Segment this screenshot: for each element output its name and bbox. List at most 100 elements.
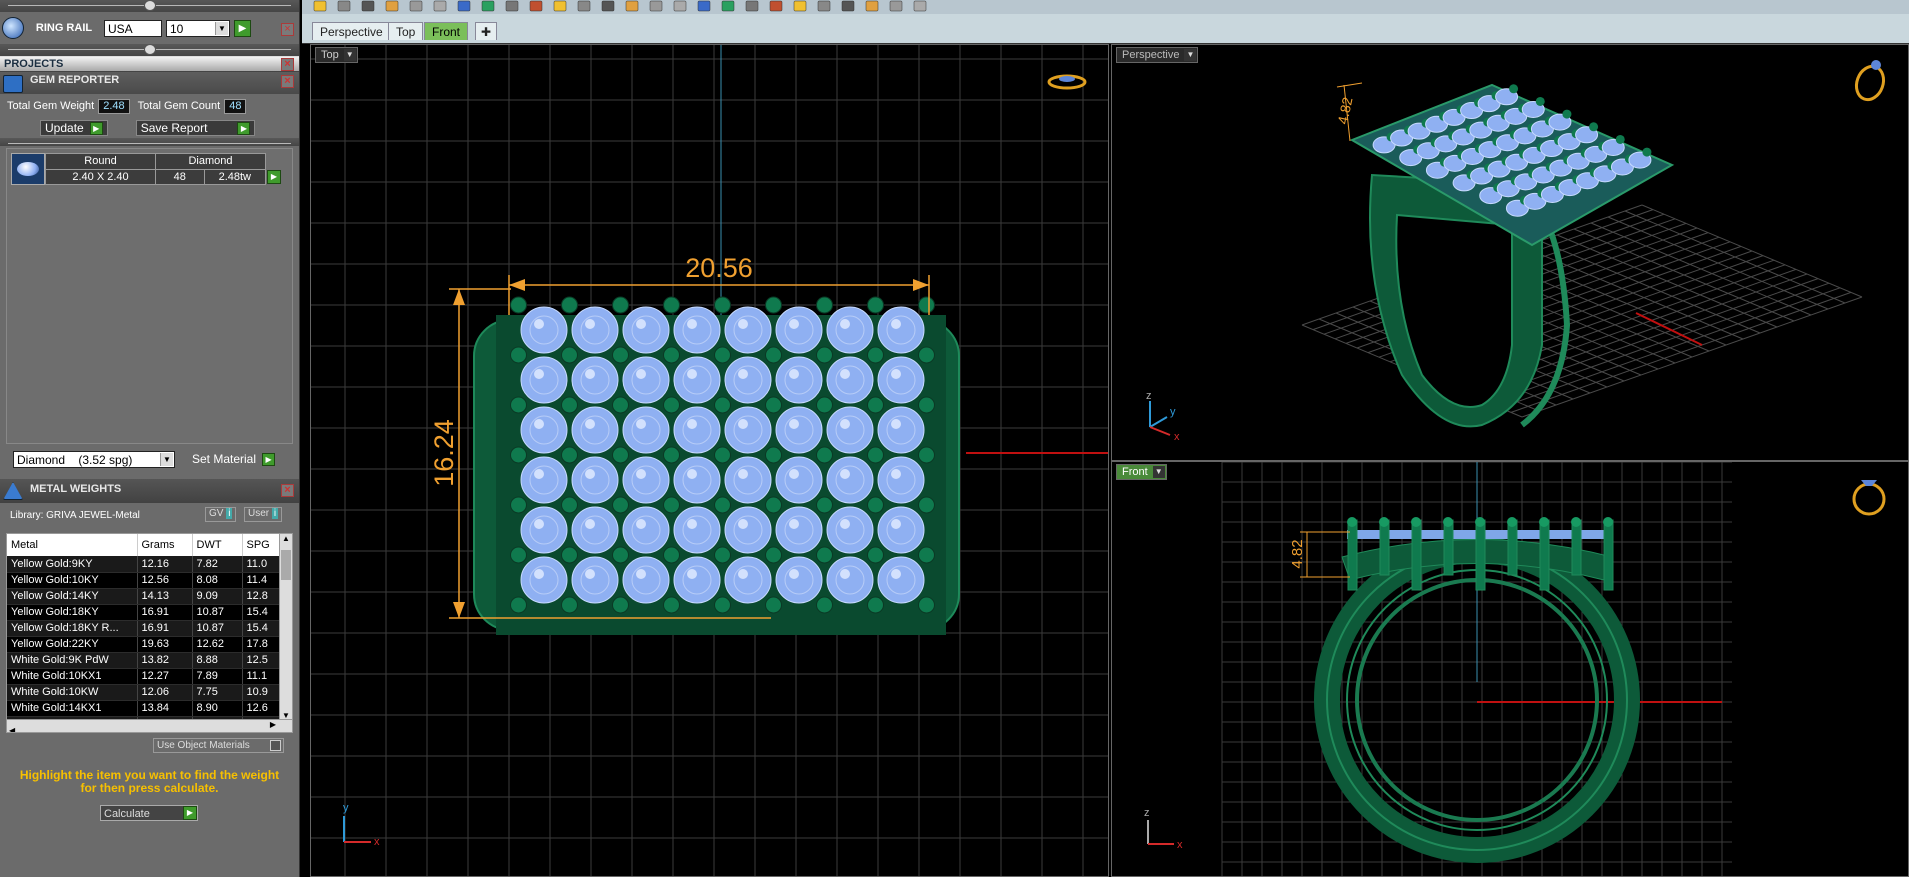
top-view-canvas[interactable]: 20.56 16.24 y x	[311, 45, 1109, 877]
table-cell: 16.91	[137, 620, 193, 637]
panel-splitter[interactable]	[0, 138, 299, 146]
checkbox-icon[interactable]	[270, 740, 281, 751]
toolbar-icon[interactable]	[409, 0, 423, 12]
toolbar-icon[interactable]	[793, 0, 807, 12]
toolbar-icon[interactable]	[337, 0, 351, 12]
table-row[interactable]: Yellow Gold:9KY 12.16 7.82 11.0	[7, 556, 292, 573]
ring-view-icon[interactable]	[1047, 74, 1087, 90]
table-row[interactable]: Yellow Gold:10KY 12.56 8.08 11.4	[7, 572, 292, 589]
prong	[1507, 519, 1518, 576]
toolbar-icon[interactable]	[745, 0, 759, 12]
table-row[interactable]: White Gold:14KX1 13.84 8.90 12.6	[7, 700, 292, 717]
calculate-button[interactable]: Calculate ▶	[100, 805, 198, 821]
ring-rail-logo-icon	[2, 17, 24, 39]
table-row[interactable]: White Gold:9K PdW 13.82 8.88 12.5	[7, 652, 292, 669]
tab-top[interactable]: Top	[388, 22, 424, 40]
chevron-down-icon[interactable]: ▼	[160, 452, 173, 466]
viewport-label-top[interactable]: Top ▼	[315, 47, 358, 63]
toolbar-icon[interactable]	[457, 0, 471, 12]
viewport-front[interactable]: 4.82 z x Front ▼	[1111, 461, 1909, 877]
close-icon[interactable]: ×	[281, 58, 294, 71]
column-header[interactable]: DWT	[192, 534, 243, 556]
viewport-label-front[interactable]: Front ▼	[1116, 464, 1167, 480]
prong	[816, 296, 833, 314]
tab-front[interactable]: Front	[424, 22, 469, 40]
table-cell: White Gold:14KX1	[7, 700, 138, 717]
perspective-canvas[interactable]: 4.82 z y x	[1112, 45, 1909, 461]
ring-size-select[interactable]: 10 ▼	[166, 19, 230, 37]
front-canvas[interactable]: 4.82 z x	[1112, 462, 1909, 877]
toolbar-icon[interactable]	[913, 0, 927, 12]
gem-list: Round Diamond 2.40 X 2.40 48 2.48tw ▶	[6, 148, 293, 444]
splitter-knob[interactable]	[144, 0, 156, 11]
toolbar-icon[interactable]	[697, 0, 711, 12]
set-material-button[interactable]: Set Material ▶	[187, 451, 280, 467]
horizontal-scrollbar[interactable]: ◀ ▶	[7, 719, 292, 732]
chevron-down-icon[interactable]: ▼	[343, 49, 356, 61]
prong	[663, 396, 680, 414]
chevron-down-icon[interactable]: ▼	[1184, 49, 1197, 61]
viewport-perspective[interactable]: 4.82 z y x Perspective ▼	[1111, 44, 1909, 461]
table-row[interactable]: Yellow Gold:18KY R... 16.91 10.87 15.4	[7, 620, 292, 637]
diamond-gem	[520, 456, 568, 504]
toolbar-icon[interactable]	[577, 0, 591, 12]
scrollbar-thumb[interactable]	[281, 550, 291, 580]
toolbar-icon[interactable]	[865, 0, 879, 12]
prong	[1411, 519, 1422, 591]
toolbar-icon[interactable]	[673, 0, 687, 12]
prong	[1379, 519, 1390, 576]
toolbar-icon[interactable]	[385, 0, 399, 12]
country-field[interactable]: USA	[104, 19, 162, 37]
toolbar-icon[interactable]	[889, 0, 903, 12]
toolbar-icon[interactable]	[649, 0, 663, 12]
toolbar-icon[interactable]	[817, 0, 831, 12]
toolbar-icon[interactable]	[361, 0, 375, 12]
update-button[interactable]: Update ▶	[40, 120, 108, 136]
toolbar-icon[interactable]	[841, 0, 855, 12]
toolbar-icon[interactable]	[529, 0, 543, 12]
table-row[interactable]: Yellow Gold:18KY 16.91 10.87 15.4	[7, 604, 292, 621]
table-row[interactable]: Yellow Gold:22KY 19.63 12.62 17.8	[7, 636, 292, 653]
viewport-top[interactable]: 20.56 16.24 y x Top ▼	[310, 44, 1109, 877]
column-header[interactable]: Metal	[7, 534, 138, 556]
gem-row-go-button[interactable]: ▶	[267, 169, 281, 184]
scroll-left-icon[interactable]: ◀	[7, 726, 15, 732]
close-icon[interactable]: ×	[281, 23, 294, 36]
table-row[interactable]: White Gold:10KW 12.06 7.75 10.9	[7, 684, 292, 701]
panel-splitter[interactable]	[0, 44, 299, 56]
ring-rail-go-button[interactable]: ▶	[234, 19, 251, 37]
chevron-down-icon[interactable]: ▼	[1152, 466, 1165, 478]
panel-splitter[interactable]	[0, 0, 299, 12]
toolbar-icon[interactable]	[505, 0, 519, 12]
vertical-scrollbar[interactable]: ▲ ▼	[279, 534, 292, 720]
toolbar-icon[interactable]	[721, 0, 735, 12]
column-header[interactable]: Grams	[137, 534, 193, 556]
table-row[interactable]: Yellow Gold:14KY 14.13 9.09 12.8	[7, 588, 292, 605]
ring-view-icon[interactable]	[1852, 480, 1886, 516]
gv-toggle[interactable]: GV i	[205, 507, 237, 522]
add-tab-icon[interactable]: ✚	[475, 22, 498, 40]
toolbar-icon[interactable]	[433, 0, 447, 12]
tab-perspective[interactable]: Perspective	[312, 22, 391, 40]
toolbar-icon[interactable]	[553, 0, 567, 12]
splitter-knob[interactable]	[144, 44, 156, 55]
scroll-up-icon[interactable]: ▲	[280, 534, 292, 543]
close-icon[interactable]: ×	[281, 75, 294, 88]
ring-view-icon[interactable]	[1852, 60, 1888, 103]
close-icon[interactable]: ×	[281, 484, 294, 497]
toolbar-icon[interactable]	[601, 0, 615, 12]
gem-row[interactable]: Round Diamond 2.40 X 2.40 48 2.48tw ▶	[11, 153, 284, 185]
table-row[interactable]: White Gold:10KX1 12.27 7.89 11.1	[7, 668, 292, 685]
toolbar-icon[interactable]	[769, 0, 783, 12]
material-select[interactable]: Diamond (3.52 spg) ▼	[13, 450, 175, 468]
chevron-down-icon[interactable]: ▼	[215, 21, 228, 35]
toolbar-icon[interactable]	[313, 0, 327, 12]
toolbar-icon[interactable]	[481, 0, 495, 12]
save-report-button[interactable]: Save Report ▶	[135, 120, 256, 136]
toolbar-icon[interactable]	[625, 0, 639, 12]
user-toggle[interactable]: User i	[244, 507, 283, 522]
viewport-label-perspective[interactable]: Perspective ▼	[1116, 47, 1199, 63]
scroll-right-icon[interactable]: ▶	[270, 720, 276, 729]
use-object-materials-checkbox[interactable]: Use Object Materials	[153, 738, 284, 753]
prong	[1603, 519, 1614, 591]
